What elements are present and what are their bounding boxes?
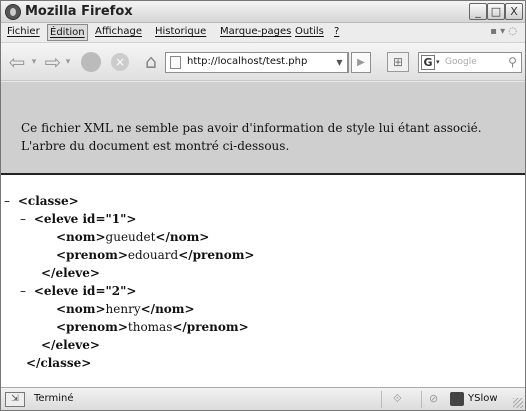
maximize-button[interactable]: □ bbox=[487, 3, 505, 20]
home-icon[interactable]: ⌂ bbox=[141, 52, 161, 72]
status-divider bbox=[421, 391, 422, 408]
xml-tag: </eleve> bbox=[41, 266, 100, 280]
minimize-button[interactable]: _ bbox=[469, 3, 487, 20]
search-bar[interactable]: G ▾ Google ⚲ bbox=[418, 52, 522, 73]
url-history-dropdown-icon[interactable]: ▼ bbox=[332, 52, 348, 73]
xml-tag: <prenom> bbox=[56, 320, 128, 334]
window-title: Mozilla Firefox bbox=[25, 4, 133, 19]
network-indicator-icon[interactable]: ⟐ bbox=[393, 392, 402, 406]
status-page-icon: ⇲ bbox=[5, 392, 25, 407]
xml-line: <prenom>edouard</prenom> bbox=[56, 246, 254, 264]
xml-tag: </prenom> bbox=[178, 248, 255, 262]
xml-tag: <eleve id="1"> bbox=[33, 212, 137, 226]
xml-tag: </nom> bbox=[140, 302, 195, 316]
menu-historique[interactable]: Historique bbox=[155, 26, 206, 37]
xml-tag: <classe> bbox=[17, 194, 79, 208]
xml-line: – <eleve id="1"> bbox=[20, 210, 136, 228]
menu-bar: Fichier Édition Affichage Historique Mar… bbox=[1, 23, 525, 43]
yslow-icon[interactable] bbox=[450, 392, 464, 406]
status-bar: ⇲ Terminé ⟐ ⊘ YSlow bbox=[1, 387, 525, 410]
xml-tag: <prenom> bbox=[56, 248, 128, 262]
xml-line: </eleve> bbox=[41, 336, 100, 354]
close-button[interactable]: X bbox=[505, 3, 523, 20]
back-history-dropdown-icon[interactable]: ▾ bbox=[29, 52, 39, 72]
reload-icon[interactable] bbox=[81, 52, 101, 72]
xml-tag: </prenom> bbox=[172, 320, 249, 334]
menu-help[interactable]: ? bbox=[334, 26, 339, 37]
forward-history-dropdown-icon[interactable]: ▾ bbox=[63, 52, 73, 72]
yslow-label[interactable]: YSlow bbox=[468, 393, 498, 404]
url-bar[interactable]: http://localhost/test.php bbox=[165, 52, 349, 73]
xml-tag: </nom> bbox=[155, 230, 210, 244]
xml-info-box: Ce fichier XML ne semble pas avoir d'inf… bbox=[1, 82, 525, 175]
xml-info-message: Ce fichier XML ne semble pas avoir d'inf… bbox=[21, 121, 482, 153]
collapse-toggle[interactable]: – bbox=[20, 282, 30, 300]
xml-line: </classe> bbox=[26, 354, 91, 372]
menu-affichage[interactable]: Affichage bbox=[95, 26, 142, 37]
url-input[interactable]: http://localhost/test.php bbox=[187, 56, 307, 67]
menu-edition[interactable]: Édition bbox=[47, 24, 88, 41]
google-engine-icon[interactable]: G bbox=[421, 55, 435, 70]
navigation-toolbar: ⇦ ▾ ⇨ ▾ × ⌂ http://localhost/test.php ▼ … bbox=[1, 43, 525, 81]
collapse-toggle[interactable]: – bbox=[4, 192, 14, 210]
xml-tag: <nom> bbox=[56, 302, 106, 316]
xml-line: </eleve> bbox=[41, 264, 100, 282]
menu-fichier[interactable]: Fichier bbox=[7, 26, 40, 37]
xml-line: – <eleve id="2"> bbox=[20, 282, 136, 300]
xml-line: – <classe> bbox=[4, 192, 79, 210]
xml-tag: <eleve id="2"> bbox=[33, 284, 137, 298]
activity-throbber-icon: ▪ ▾ ◌ bbox=[490, 26, 517, 37]
block-indicator-icon[interactable]: ⊘ bbox=[429, 392, 438, 405]
xml-line: <nom>henry</nom> bbox=[56, 300, 195, 318]
search-engine-dropdown-icon[interactable]: ▾ bbox=[436, 58, 440, 66]
menu-marque-pages[interactable]: Marque-pages bbox=[220, 26, 291, 37]
browser-window: Mozilla Firefox _ □ X Fichier Édition Af… bbox=[0, 0, 526, 411]
addon-icon[interactable]: ⊞ bbox=[387, 52, 409, 72]
firefox-logo-icon bbox=[5, 4, 21, 20]
status-text: Terminé bbox=[34, 393, 74, 404]
xml-text: edouard bbox=[127, 248, 179, 262]
menu-outils[interactable]: Outils bbox=[295, 26, 324, 37]
search-icon[interactable]: ⚲ bbox=[504, 54, 521, 71]
forward-arrow-icon[interactable]: ⇨ bbox=[43, 52, 63, 72]
xml-tag: <nom> bbox=[56, 230, 106, 244]
page-icon bbox=[170, 56, 181, 69]
stop-icon[interactable]: × bbox=[111, 53, 129, 71]
xml-text: thomas bbox=[127, 320, 173, 334]
back-arrow-icon[interactable]: ⇦ bbox=[7, 52, 27, 72]
xml-text: henry bbox=[105, 302, 141, 316]
xml-tag: </classe> bbox=[26, 356, 92, 370]
collapse-toggle[interactable]: – bbox=[20, 210, 30, 228]
xml-line: <nom>gueudet</nom> bbox=[56, 228, 209, 246]
xml-tag: </eleve> bbox=[41, 338, 100, 352]
page-content: Ce fichier XML ne semble pas avoir d'inf… bbox=[1, 82, 525, 387]
xml-text: gueudet bbox=[105, 230, 156, 244]
search-input[interactable]: Google bbox=[445, 57, 477, 67]
status-divider bbox=[381, 391, 382, 408]
resize-grip[interactable] bbox=[513, 398, 523, 408]
xml-line: <prenom>thomas</prenom> bbox=[56, 318, 249, 336]
title-bar[interactable]: Mozilla Firefox _ □ X bbox=[1, 1, 525, 23]
go-button[interactable]: ▶ bbox=[351, 52, 371, 73]
